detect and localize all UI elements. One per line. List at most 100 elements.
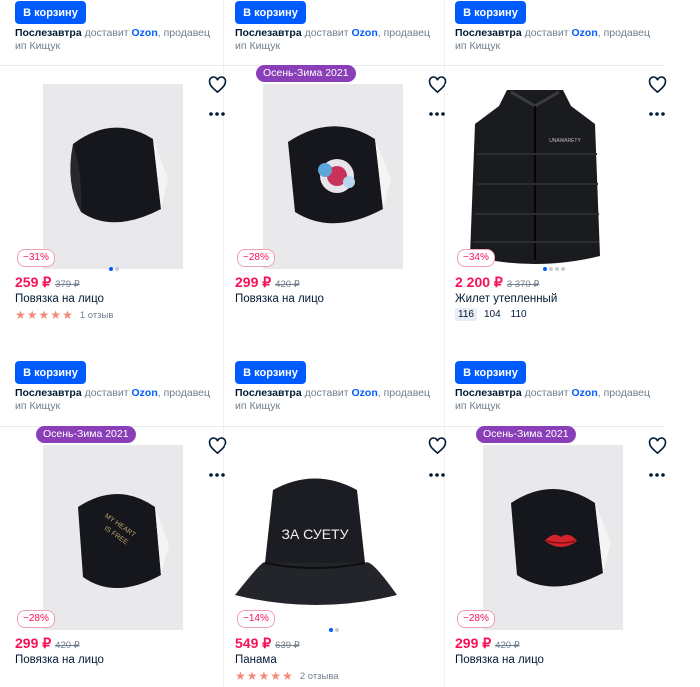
- price-block: 299 ₽420 ₽: [235, 274, 300, 291]
- delivery-info: Послезавтра доставит Ozon, продавец ип К…: [235, 387, 431, 412]
- product-card[interactable]: Осень-Зима 2021 −28% 299 ₽420 ₽ Повязка …: [455, 426, 675, 676]
- star-icon: ★: [62, 308, 73, 322]
- discount-badge: −34%: [457, 249, 495, 267]
- reviews-count[interactable]: 2 отзыва: [300, 671, 339, 682]
- image-pager: [329, 628, 339, 632]
- cart-block: В корзину Послезавтра доставит Ozon, про…: [15, 361, 235, 421]
- discount-badge: −28%: [237, 249, 275, 267]
- product-title[interactable]: Жилет утепленный: [455, 293, 557, 305]
- season-badge: Осень-Зима 2021: [36, 426, 136, 443]
- product-title[interactable]: Повязка на лицо: [15, 654, 104, 666]
- black-face-mask-image: [43, 84, 183, 269]
- heart-icon[interactable]: [648, 76, 667, 94]
- more-options-icon[interactable]: [648, 111, 666, 117]
- price-block: 299 ₽420 ₽: [15, 635, 80, 652]
- add-to-cart-button[interactable]: В корзину: [235, 361, 306, 384]
- black-puffer-vest-image: UNAWARETY: [445, 84, 625, 269]
- vest-label: UNAWARETY: [549, 138, 581, 144]
- rating: ★ ★ ★ ★ ★ 1 отзыв: [15, 309, 113, 321]
- product-card[interactable]: UNAWARETY −34% 2 200 ₽3 370 ₽ Жилет утеп…: [445, 65, 675, 321]
- add-to-cart-button[interactable]: В корзину: [455, 1, 526, 24]
- black-face-mask-lips-print-image: [483, 445, 623, 630]
- product-card[interactable]: −31% 259 ₽379 ₽ Повязка на лицо ★ ★ ★ ★ ★ 1 о…: [15, 65, 235, 321]
- star-icon: ★: [50, 308, 62, 322]
- more-options-icon[interactable]: [648, 472, 666, 478]
- product-image[interactable]: ЗА СУЕТУ: [225, 445, 405, 630]
- heart-icon[interactable]: [208, 76, 227, 94]
- discount-badge: −14%: [237, 610, 275, 628]
- old-price: 420 ₽: [55, 640, 80, 651]
- current-price: 2 200 ₽: [455, 274, 503, 290]
- delivery-info: Послезавтра доставит Ozon, продавец ип К…: [455, 27, 651, 52]
- hat-print: ЗА СУЕТУ: [281, 526, 348, 542]
- star-icon: ★: [258, 669, 270, 683]
- season-badge: Осень-Зима 2021: [476, 426, 576, 443]
- cart-block: В корзину Послезавтра доставит Ozon, про…: [455, 361, 675, 421]
- star-icon: ★: [38, 308, 50, 322]
- current-price: 549 ₽: [235, 635, 272, 651]
- star-icon: ★: [246, 669, 258, 683]
- price-block: 299 ₽420 ₽: [455, 635, 520, 652]
- old-price: 3 370 ₽: [506, 279, 540, 290]
- cart-block: В корзину Послезавтра доставит Ozon, про…: [455, 1, 675, 61]
- product-card[interactable]: Осень-Зима 2021 −28% 299 ₽420 ₽ Повязка …: [235, 65, 455, 315]
- product-image[interactable]: [43, 84, 183, 269]
- product-title[interactable]: Повязка на лицо: [15, 293, 104, 305]
- heart-icon[interactable]: [428, 437, 447, 455]
- product-image[interactable]: MY HEART IS FREE: [43, 445, 183, 630]
- more-options-icon[interactable]: [428, 111, 446, 117]
- current-price: 299 ₽: [15, 635, 52, 651]
- star-icon: ★: [282, 669, 293, 683]
- current-price: 259 ₽: [15, 274, 52, 290]
- reviews-count[interactable]: 1 отзыв: [80, 310, 114, 321]
- product-image[interactable]: [483, 445, 623, 630]
- old-price: 420 ₽: [275, 279, 300, 290]
- black-face-mask-text-print-image: MY HEART IS FREE: [43, 445, 183, 630]
- image-pager: [543, 267, 565, 271]
- black-face-mask-rose-print-image: [263, 84, 403, 269]
- more-options-icon[interactable]: [428, 472, 446, 478]
- price-block: 259 ₽379 ₽: [15, 274, 80, 291]
- delivery-info: Послезавтра доставит Ozon, продавец ип К…: [15, 387, 211, 412]
- heart-icon[interactable]: [648, 437, 667, 455]
- discount-badge: −28%: [457, 610, 495, 628]
- product-title[interactable]: Панама: [235, 654, 277, 666]
- price-block: 2 200 ₽3 370 ₽: [455, 274, 539, 291]
- more-options-icon[interactable]: [208, 111, 226, 117]
- size-option[interactable]: 110: [508, 308, 530, 321]
- current-price: 299 ₽: [235, 274, 272, 290]
- product-image[interactable]: [263, 84, 403, 269]
- image-pager: [109, 267, 119, 271]
- delivery-info: Послезавтра доставит Ozon, продавец ип К…: [15, 27, 211, 52]
- size-options: 116 104 110: [455, 308, 530, 321]
- discount-badge: −31%: [17, 249, 55, 267]
- add-to-cart-button[interactable]: В корзину: [235, 1, 306, 24]
- product-image[interactable]: UNAWARETY: [445, 84, 625, 269]
- more-options-icon[interactable]: [208, 472, 226, 478]
- star-icon: ★: [26, 308, 38, 322]
- cart-block: В корзину Послезавтра доставит Ozon, про…: [235, 361, 455, 421]
- black-bucket-hat-image: ЗА СУЕТУ: [225, 445, 405, 630]
- add-to-cart-button[interactable]: В корзину: [455, 361, 526, 384]
- old-price: 379 ₽: [55, 279, 80, 290]
- product-card[interactable]: MY HEART IS FREE Осень-Зима 2021 −28% 29…: [15, 426, 235, 676]
- old-price: 420 ₽: [495, 640, 520, 651]
- size-option[interactable]: 104: [481, 308, 504, 321]
- size-option[interactable]: 116: [455, 308, 477, 321]
- add-to-cart-button[interactable]: В корзину: [15, 361, 86, 384]
- star-icon: ★: [270, 669, 282, 683]
- discount-badge: −28%: [17, 610, 55, 628]
- old-price: 639 ₽: [275, 640, 300, 651]
- delivery-info: Послезавтра доставит Ozon, продавец ип К…: [235, 27, 431, 52]
- delivery-info: Послезавтра доставит Ozon, продавец ип К…: [455, 387, 651, 412]
- product-title[interactable]: Повязка на лицо: [235, 293, 324, 305]
- cart-block: В корзину Послезавтра доставит Ozon, про…: [235, 1, 455, 61]
- product-card[interactable]: ЗА СУЕТУ −14% 549 ₽639 ₽ Панама ★ ★ ★ ★ ★ 2 о…: [225, 426, 455, 682]
- star-icon: ★: [235, 669, 246, 683]
- add-to-cart-button[interactable]: В корзину: [15, 1, 86, 24]
- season-badge: Осень-Зима 2021: [256, 65, 356, 82]
- star-icon: ★: [15, 308, 26, 322]
- cart-block: В корзину Послезавтра доставит Ozon, про…: [15, 1, 235, 61]
- product-title[interactable]: Повязка на лицо: [455, 654, 544, 666]
- rating: ★ ★ ★ ★ ★ 2 отзыва: [235, 670, 339, 682]
